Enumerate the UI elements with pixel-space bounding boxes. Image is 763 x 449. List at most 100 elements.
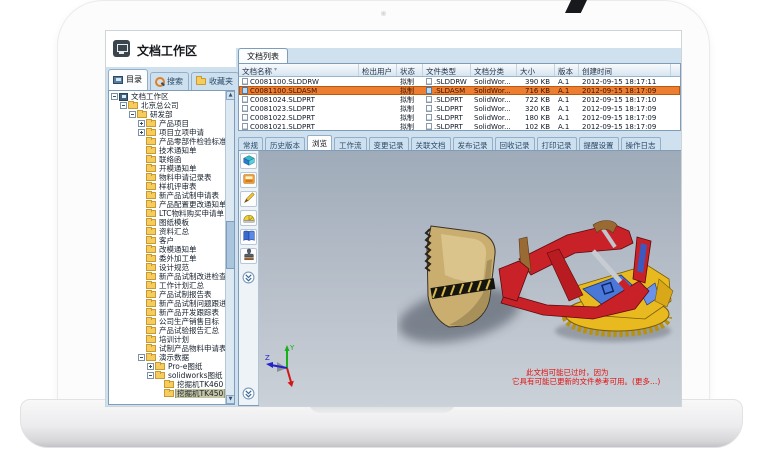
tab-favorites[interactable]: 收藏夹 bbox=[191, 72, 239, 90]
preview-tab[interactable]: 变更记录 bbox=[369, 137, 409, 150]
column-header[interactable]: 大小 bbox=[517, 64, 555, 76]
tree-item-label: 新产品试制问题跟进表 bbox=[158, 299, 226, 308]
tree-item[interactable]: 图纸模板 bbox=[109, 218, 226, 227]
scroll-thumb[interactable] bbox=[226, 221, 235, 269]
expand-icon[interactable] bbox=[138, 120, 145, 127]
document-icon bbox=[426, 96, 432, 103]
preview-tab[interactable]: 关联文档 bbox=[411, 137, 451, 150]
table-row[interactable]: C0081100.SLDDRW拟制.SLDDRWSolidWor...390 K… bbox=[239, 77, 680, 86]
out-of-date-warning[interactable]: 此文档可能已过时，因为 它具有可能已更新的文件参考可用。(更多…) bbox=[512, 368, 672, 386]
cell-text: SolidWor... bbox=[474, 87, 511, 95]
expand-icon[interactable] bbox=[147, 363, 154, 370]
table-row[interactable]: C0081023.SLDPRT拟制.SLDPRTSolidWor...320 K… bbox=[239, 104, 680, 113]
collapse-icon[interactable] bbox=[138, 354, 145, 361]
tree-item[interactable]: 公司生产销售目标 bbox=[109, 317, 226, 326]
collapse-icon[interactable] bbox=[147, 372, 154, 379]
folder-icon bbox=[146, 147, 156, 154]
markup-pencil-button[interactable] bbox=[240, 191, 257, 207]
tab-label: 目录 bbox=[126, 74, 142, 85]
scroll-up-button[interactable]: ▲ bbox=[226, 91, 235, 100]
collapse-bottom-button[interactable] bbox=[242, 387, 255, 400]
tab-directory[interactable]: 目录 bbox=[108, 69, 148, 90]
tree-item[interactable]: 联络函 bbox=[109, 155, 226, 164]
created-time-cell: 2012-09-15 18:17:09 bbox=[579, 114, 671, 122]
tree-item[interactable]: 物料申请记录表 bbox=[109, 173, 226, 182]
layers-book-icon bbox=[242, 229, 256, 245]
scroll-down-button[interactable]: ▼ bbox=[226, 395, 235, 404]
tree-item[interactable]: 样机评审表 bbox=[109, 182, 226, 191]
folder-icon bbox=[146, 309, 156, 316]
preview-tab[interactable]: 历史版本 bbox=[265, 137, 305, 150]
tree-item[interactable]: 开模通知单 bbox=[109, 164, 226, 173]
tree-item[interactable]: 新产品开发跟踪表 bbox=[109, 308, 226, 317]
tree-item[interactable]: Pro-e图纸 bbox=[109, 362, 226, 371]
collapse-icon[interactable] bbox=[129, 111, 136, 118]
folder-icon bbox=[146, 138, 156, 145]
folder-icon bbox=[146, 291, 156, 298]
preview-tab[interactable]: 工作流 bbox=[334, 137, 367, 150]
tree-item[interactable]: 产品试验报告汇总 bbox=[109, 326, 226, 335]
column-header[interactable]: 文件类型 bbox=[423, 64, 471, 76]
doc-list-tab[interactable]: 文档列表 bbox=[238, 48, 288, 63]
tree-item[interactable]: 客户 bbox=[109, 236, 226, 245]
layers-book-button[interactable] bbox=[240, 229, 257, 245]
measure-button[interactable] bbox=[240, 210, 257, 226]
model-3d-button[interactable] bbox=[240, 153, 257, 169]
table-row[interactable]: C0081024.SLDPRT拟制.SLDPRTSolidWor...722 K… bbox=[239, 95, 680, 104]
print-button[interactable] bbox=[240, 172, 257, 188]
preview-tab[interactable]: 提醒设置 bbox=[579, 137, 619, 150]
tree-item[interactable]: LTC物料购买申请单 bbox=[109, 209, 226, 218]
column-header[interactable]: 创建时间 bbox=[579, 64, 671, 76]
tree-item[interactable]: 资料汇总 bbox=[109, 227, 226, 236]
tree-scrollbar[interactable]: ▲ ▼ bbox=[225, 91, 234, 404]
table-row[interactable]: C0081100.SLDASM拟制.SLDASMSolidWor...716 K… bbox=[239, 86, 680, 95]
collapse-top-button[interactable] bbox=[242, 271, 255, 284]
preview-tab[interactable]: 发布记录 bbox=[453, 137, 493, 150]
tree-item[interactable]: 改模通知单 bbox=[109, 245, 226, 254]
tree-item-label: 技术通知单 bbox=[158, 146, 198, 155]
tree-item[interactable]: 演示数据 bbox=[109, 353, 226, 362]
preview-tab[interactable]: 浏览 bbox=[307, 135, 332, 150]
tree-item[interactable]: solidworks图纸 bbox=[109, 371, 226, 380]
tree-item-label: solidworks图纸 bbox=[167, 371, 223, 380]
tree-item[interactable]: 产品试制报告表 bbox=[109, 290, 226, 299]
collapse-icon[interactable] bbox=[111, 93, 118, 100]
collapse-icon[interactable] bbox=[120, 102, 127, 109]
tree-item[interactable]: 北京总公司 bbox=[109, 101, 226, 110]
tree-item[interactable]: 试制产品物料申请表 bbox=[109, 344, 226, 353]
created-time-cell: 2012-09-15 18:17:11 bbox=[579, 78, 671, 86]
tree-item[interactable]: 项目立项申请 bbox=[109, 128, 226, 137]
tree-item[interactable]: 设计规范 bbox=[109, 263, 226, 272]
preview-tab[interactable]: 打印记录 bbox=[537, 137, 577, 150]
table-row[interactable]: C0081021.SLDPRT拟制.SLDPRTSolidWor...102 K… bbox=[239, 122, 680, 131]
column-header[interactable]: 状态 bbox=[397, 64, 423, 76]
warning-line-2[interactable]: 它具有可能已更新的文件参考可用。(更多…) bbox=[512, 377, 672, 386]
tab-search[interactable]: 搜索 bbox=[150, 72, 189, 90]
tree-item[interactable]: 产品配置更改通知单 bbox=[109, 200, 226, 209]
doc-name-cell: C0081023.SLDPRT bbox=[239, 105, 359, 113]
column-header[interactable]: 文档名称▾ bbox=[239, 64, 359, 76]
tree-item[interactable]: 技术通知单 bbox=[109, 146, 226, 155]
tree-item[interactable]: 产品项目 bbox=[109, 119, 226, 128]
tree-item[interactable]: 新产品试制申请表 bbox=[109, 191, 226, 200]
viewport-3d[interactable]: Y Z 此文档可能已过时，因为 它具有可能已更新的文件参考可用。(更多…) bbox=[259, 151, 682, 406]
tree-item[interactable]: 挖掘机TK450 bbox=[109, 389, 226, 398]
column-header[interactable]: 检出用户 bbox=[359, 64, 397, 76]
column-header[interactable]: 文档分类 bbox=[471, 64, 517, 76]
tree-item[interactable]: 工作计划汇总 bbox=[109, 281, 226, 290]
tree-item[interactable]: 新产品试制改进检查表 bbox=[109, 272, 226, 281]
tree-item[interactable]: 文档工作区 bbox=[109, 92, 226, 101]
preview-tab[interactable]: 回收记录 bbox=[495, 137, 535, 150]
tree-item[interactable]: 培训计划 bbox=[109, 335, 226, 344]
tree-item[interactable]: 委外加工单 bbox=[109, 254, 226, 263]
preview-tab[interactable]: 常规 bbox=[238, 137, 263, 150]
expand-icon[interactable] bbox=[138, 129, 145, 136]
tree-item[interactable]: 产品零部件检验标准 bbox=[109, 137, 226, 146]
tree-item[interactable]: 研发部 bbox=[109, 110, 226, 119]
tree-item[interactable]: 新产品试制问题跟进表 bbox=[109, 299, 226, 308]
preview-tab[interactable]: 操作日志 bbox=[621, 137, 661, 150]
tree-item[interactable]: 挖掘机TK460 ( bbox=[109, 380, 226, 389]
column-header[interactable]: 版本 bbox=[555, 64, 579, 76]
table-row[interactable]: C0081022.SLDPRT拟制.SLDPRTSolidWor...180 K… bbox=[239, 113, 680, 122]
stamp-button[interactable] bbox=[240, 248, 257, 264]
